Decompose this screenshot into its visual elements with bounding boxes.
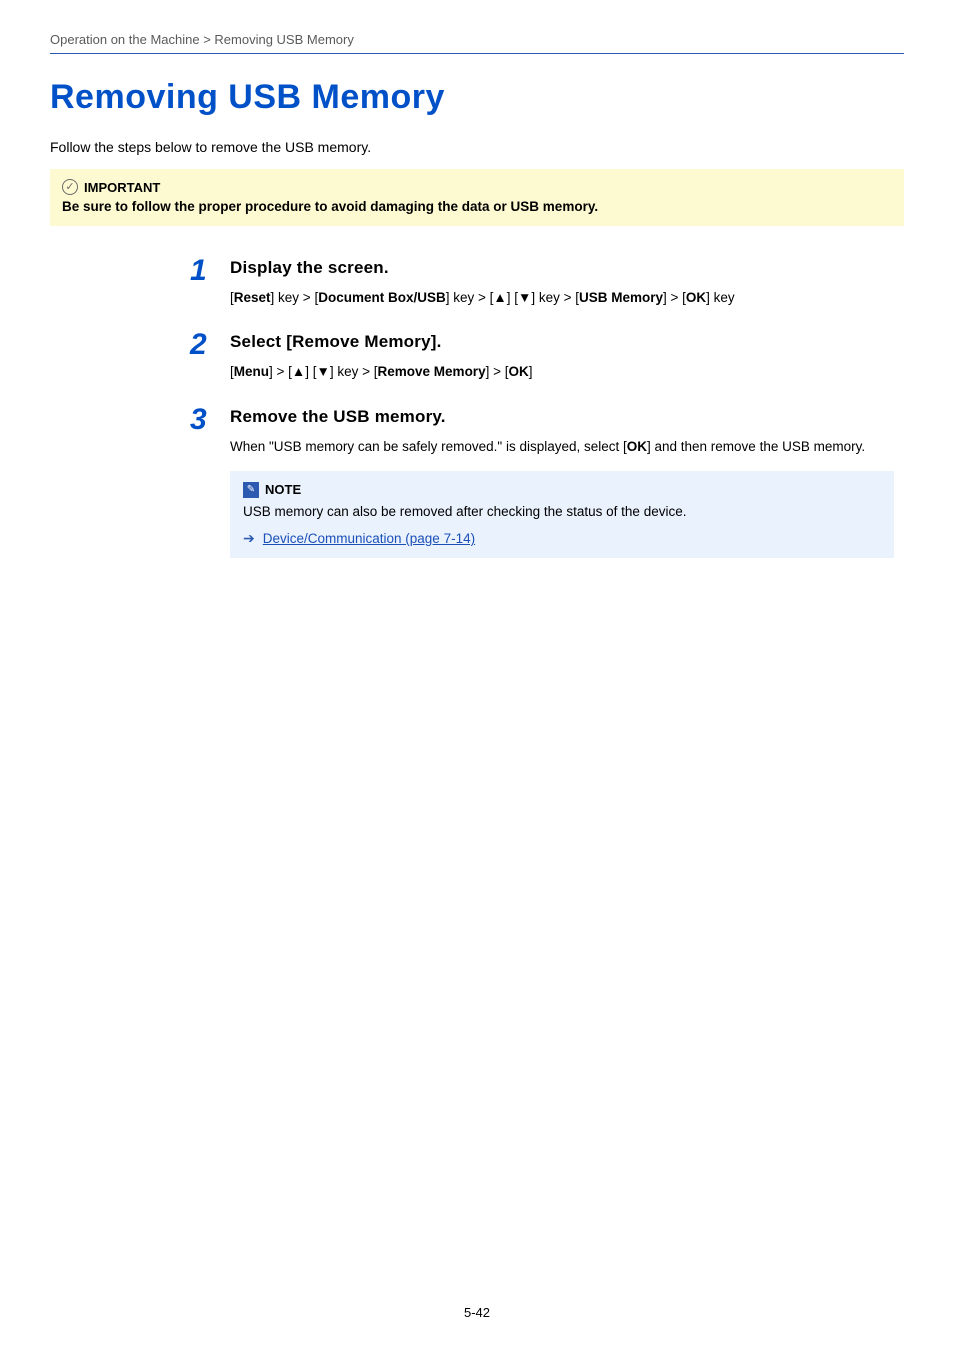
step: 2 Select [Remove Memory]. [Menu] > [▲] [▼]…: [190, 330, 894, 382]
step-body: Remove the USB memory. When "USB memory c…: [230, 405, 894, 559]
xref-link[interactable]: Device/Communication (page 7-14): [263, 531, 475, 546]
step-number: 1: [190, 256, 212, 286]
breadcrumb: Operation on the Machine > Removing USB …: [50, 32, 904, 53]
step-body: Display the screen. [Reset] key > [Docume…: [230, 256, 894, 308]
step-title: Remove the USB memory.: [230, 407, 894, 427]
step: 3 Remove the USB memory. When "USB memory …: [190, 405, 894, 559]
page-title: Removing USB Memory: [50, 78, 904, 117]
intro-text: Follow the steps below to remove the USB…: [50, 139, 904, 155]
note-text: USB memory can also be removed after che…: [243, 502, 881, 522]
check-circle-icon: ✓: [62, 179, 78, 195]
step-body: Select [Remove Memory]. [Menu] > [▲] [▼] …: [230, 330, 894, 382]
step: 1 Display the screen. [Reset] key > [Docum…: [190, 256, 894, 308]
note-label: NOTE: [265, 482, 301, 497]
step-title: Display the screen.: [230, 258, 894, 278]
step-instruction: When "USB memory can be safely removed."…: [230, 437, 894, 457]
step-number: 3: [190, 405, 212, 435]
step-instruction: [Menu] > [▲] [▼] key > [Remove Memory] >…: [230, 362, 894, 382]
step-number: 2: [190, 330, 212, 360]
important-callout: ✓ IMPORTANT Be sure to follow the proper…: [50, 169, 904, 226]
important-label: IMPORTANT: [84, 180, 160, 195]
important-text: Be sure to follow the proper procedure t…: [62, 199, 892, 214]
step-title: Select [Remove Memory].: [230, 332, 894, 352]
step-instruction: [Reset] key > [Document Box/USB] key > […: [230, 288, 894, 308]
header-divider: [50, 53, 904, 54]
note-icon: ✎: [243, 482, 259, 498]
page-number: 5-42: [0, 1305, 954, 1320]
note-callout: ✎ NOTE USB memory can also be removed afte…: [230, 471, 894, 558]
arrow-right-icon: ➔: [243, 530, 255, 547]
